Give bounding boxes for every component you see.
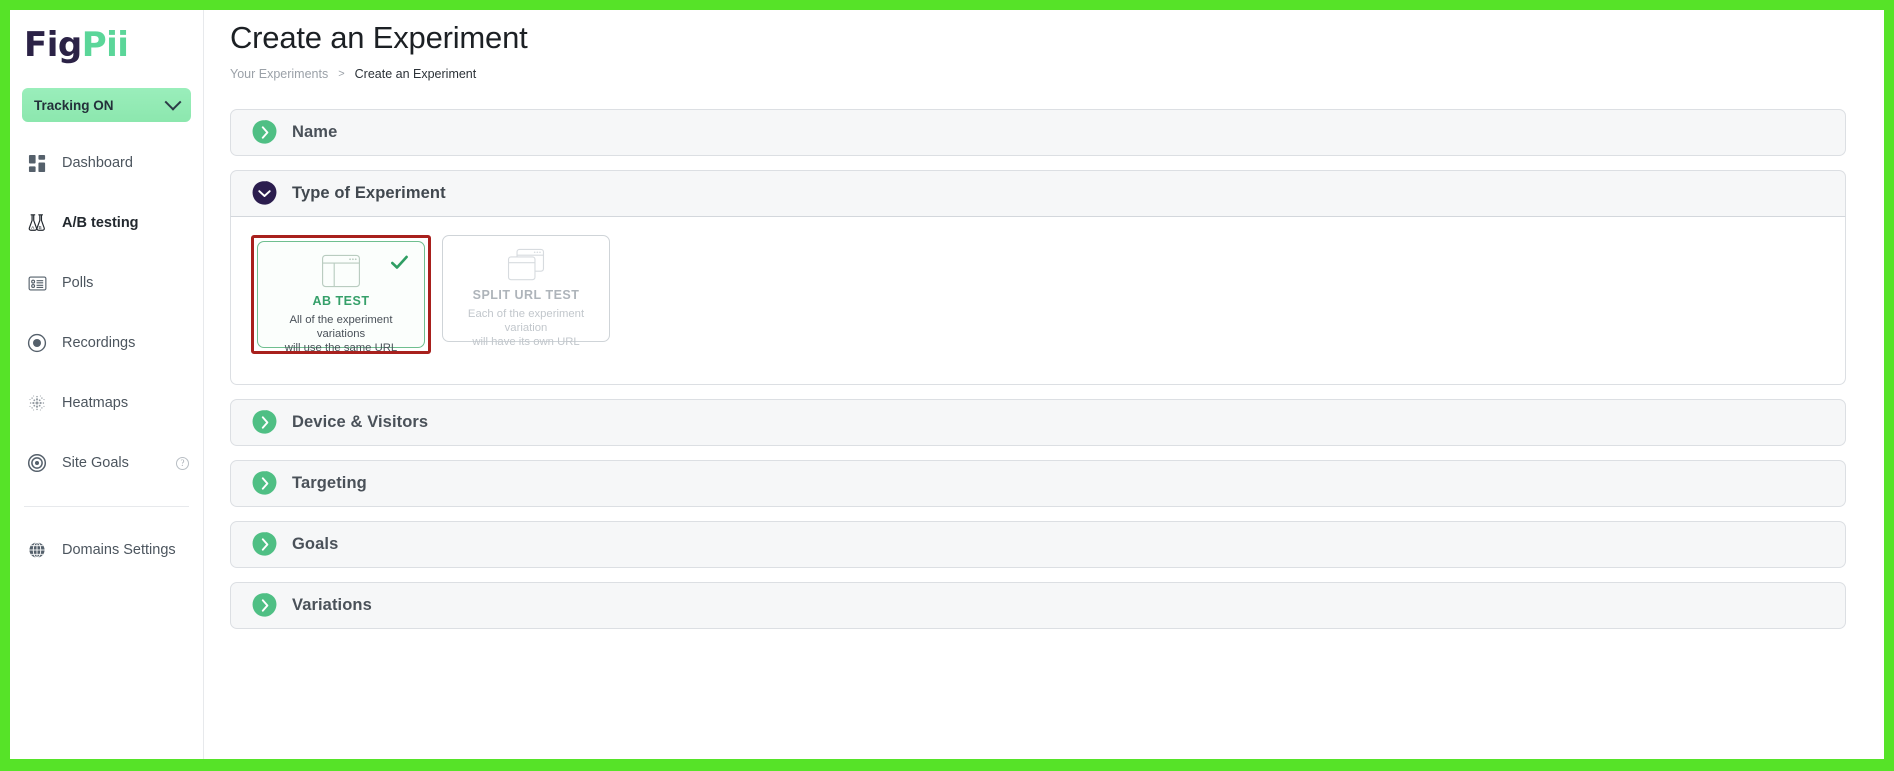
poll-list-icon	[26, 272, 48, 294]
page-title: Create an Experiment	[230, 20, 528, 55]
experiment-type-card-ab-test[interactable]: AB TEST All of the experiment variations…	[257, 241, 425, 354]
accordion-section-goals: Goals	[230, 521, 1846, 568]
accordion-header-variations[interactable]: Variations	[230, 582, 1846, 629]
accordion-title: Device & Visitors	[292, 413, 429, 431]
experiment-type-options: AB TEST All of the experiment variations…	[230, 217, 1846, 385]
experiment-type-name: AB TEST	[312, 294, 370, 308]
accordion-section-device-and-visitors: Device & Visitors	[230, 399, 1846, 446]
accordion-title: Type of Experiment	[292, 184, 446, 202]
sidebar-item-dashboard[interactable]: Dashboard	[10, 146, 203, 180]
sidebar-item-label: Dashboard	[62, 155, 133, 171]
dashboard-icon	[26, 152, 48, 174]
experiment-type-name: SPLIT URL TEST	[472, 288, 580, 302]
experiment-type-card-split-url-test[interactable]: SPLIT URL TEST Each of the experiment va…	[442, 235, 610, 348]
chevron-right-badge-icon	[251, 409, 278, 436]
sidebar-nav: Dashboard A B A/B testing Polls Recordin…	[10, 146, 203, 567]
breadcrumb-separator: >	[338, 68, 345, 80]
sidebar-divider	[24, 506, 189, 507]
check-icon	[389, 252, 410, 278]
chevron-right-badge-icon	[251, 531, 278, 558]
description-line-1: All of the experiment variations	[289, 314, 393, 340]
chevron-right-badge-icon	[251, 119, 278, 146]
sidebar-item-label: Recordings	[62, 335, 136, 351]
description-line-1: Each of the experiment variation	[467, 308, 585, 334]
experiment-type-description: Each of the experiment variation will ha…	[443, 307, 609, 349]
logo-text-primary: Fig	[24, 25, 82, 65]
chevron-down-icon	[164, 93, 182, 111]
globe-icon	[26, 539, 48, 561]
app-logo[interactable]: FigPii	[10, 10, 203, 88]
sidebar-item-ab-testing[interactable]: A B A/B testing	[10, 206, 203, 240]
chevron-right-badge-icon	[251, 470, 278, 497]
flask-ab-icon: A B	[26, 212, 48, 234]
description-line-2: will use the same URL	[284, 342, 398, 354]
breadcrumb-parent-link[interactable]: Your Experiments	[230, 67, 328, 81]
sidebar: FigPii Tracking ON Dashboard A B A/B tes…	[10, 10, 204, 759]
experiment-form-accordion: Name Type of Experiment AB TEST All of t…	[230, 109, 1846, 629]
sidebar-item-site-goals[interactable]: Site Goals ?	[10, 446, 203, 480]
breadcrumb: Your Experiments > Create an Experiment	[230, 67, 1846, 81]
sidebar-item-recordings[interactable]: Recordings	[10, 326, 203, 360]
accordion-section-variations: Variations	[230, 582, 1846, 629]
experiment-type-description: All of the experiment variations will us…	[258, 313, 424, 355]
tracking-status-dropdown[interactable]: Tracking ON	[22, 88, 191, 122]
sidebar-item-label: Site Goals	[62, 455, 129, 471]
accordion-header-type-of-experiment[interactable]: Type of Experiment	[230, 170, 1846, 217]
stacked-windows-icon	[506, 248, 546, 282]
screenshot-frame: FigPii Tracking ON Dashboard A B A/B tes…	[0, 0, 1894, 771]
accordion-header-goals[interactable]: Goals	[230, 521, 1846, 568]
accordion-section-targeting: Targeting	[230, 460, 1846, 507]
main-content: Create an Experiment Your Experiments > …	[204, 10, 1884, 759]
logo-text-secondary: Pii	[81, 25, 129, 65]
accordion-header-name[interactable]: Name	[230, 109, 1846, 156]
accordion-title: Targeting	[292, 474, 367, 492]
accordion-section-type-of-experiment: Type of Experiment AB TEST All of the ex…	[230, 170, 1846, 385]
target-icon	[26, 452, 48, 474]
sidebar-item-heatmaps[interactable]: Heatmaps	[10, 386, 203, 420]
sidebar-item-label: Polls	[62, 275, 94, 291]
accordion-header-device-and-visitors[interactable]: Device & Visitors	[230, 399, 1846, 446]
accordion-title: Variations	[292, 596, 372, 614]
svg-text:B: B	[38, 225, 41, 231]
tracking-status-label: Tracking ON	[34, 97, 114, 113]
accordion-section-name: Name	[230, 109, 1846, 156]
ab-test-highlight-annotation: AB TEST All of the experiment variations…	[251, 235, 431, 354]
sidebar-item-polls[interactable]: Polls	[10, 266, 203, 300]
sidebar-item-label: A/B testing	[62, 215, 139, 231]
sidebar-item-domains-settings[interactable]: Domains Settings	[10, 533, 203, 567]
breadcrumb-current: Create an Experiment	[354, 67, 477, 81]
sidebar-item-label: Heatmaps	[62, 395, 129, 411]
description-line-2: will have its own URL	[472, 336, 580, 348]
accordion-title: Goals	[292, 535, 339, 553]
record-dot-icon	[26, 332, 48, 354]
browser-window-icon	[321, 254, 361, 288]
sidebar-item-label: Domains Settings	[62, 542, 176, 558]
help-icon[interactable]: ?	[176, 456, 189, 470]
accordion-header-targeting[interactable]: Targeting	[230, 460, 1846, 507]
accordion-title: Name	[292, 123, 338, 141]
chevron-right-badge-icon	[251, 592, 278, 619]
app-viewport: FigPii Tracking ON Dashboard A B A/B tes…	[10, 10, 1884, 759]
heatmap-icon	[26, 392, 48, 414]
chevron-down-badge-icon	[251, 180, 278, 207]
